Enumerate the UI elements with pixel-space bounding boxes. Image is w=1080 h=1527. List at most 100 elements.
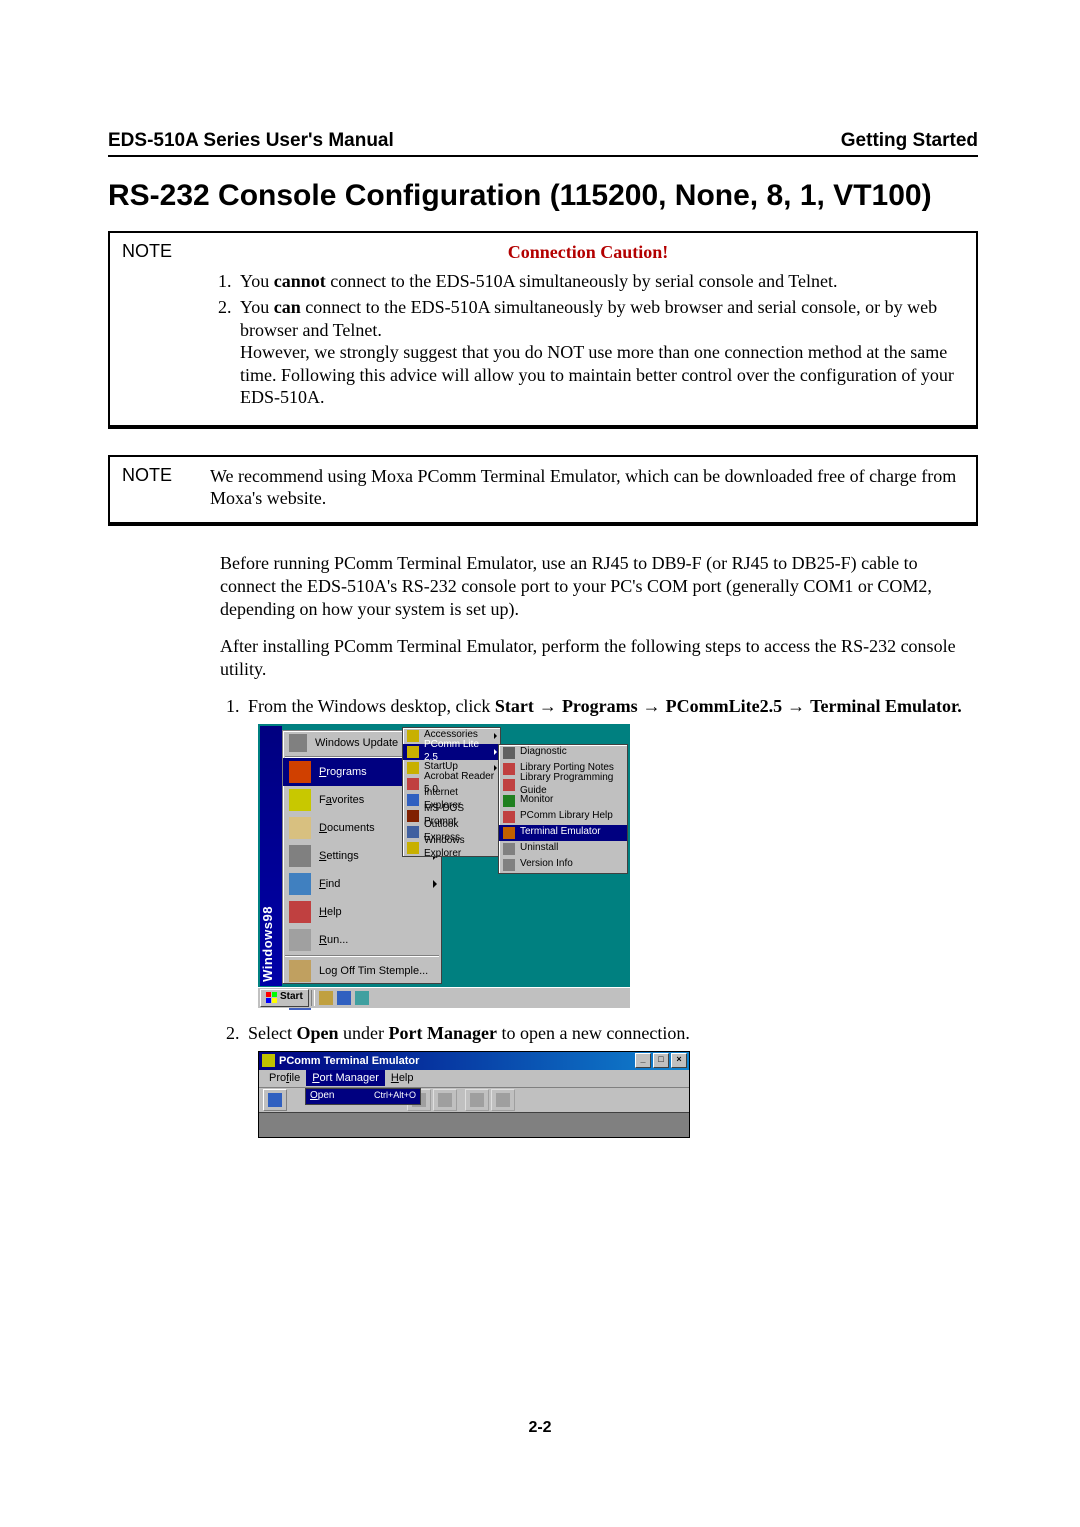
app-icon	[503, 779, 515, 791]
app-icon	[262, 1054, 275, 1067]
page-title: RS-232 Console Configuration (115200, No…	[108, 179, 978, 213]
app-icon	[407, 794, 419, 806]
documents-icon	[289, 817, 311, 839]
arrow: →	[782, 696, 810, 716]
text: From the Windows desktop, click	[248, 696, 495, 716]
label: Terminal Emulator	[520, 826, 601, 839]
tool-disabled-2	[433, 1089, 457, 1111]
dropdown-open[interactable]: Open Ctrl+Alt+O	[306, 1089, 420, 1104]
app-icon	[503, 763, 515, 775]
label: Run...	[319, 933, 437, 947]
tool-icon	[496, 1093, 510, 1107]
client-area	[259, 1112, 689, 1137]
text: You	[240, 271, 274, 291]
text-bold: can	[274, 297, 301, 317]
sub2-prog-guide[interactable]: Library Programming Guide	[499, 777, 627, 793]
app-icon	[407, 778, 419, 790]
close-button[interactable]: ×	[671, 1053, 687, 1068]
text-bold: Port Manager	[388, 1023, 496, 1043]
note-label: NOTE	[120, 241, 210, 413]
folder-icon	[407, 762, 419, 774]
folder-icon	[407, 730, 419, 742]
maximize-button[interactable]: □	[653, 1053, 669, 1068]
label: Windows Explorer	[424, 835, 497, 861]
favorites-icon	[289, 789, 311, 811]
note-label: NOTE	[120, 465, 210, 510]
start-item-find[interactable]: Find	[283, 870, 441, 898]
quicklaunch-icon[interactable]	[337, 991, 351, 1005]
start-item-logoff[interactable]: Log Off Tim Stemple...	[283, 957, 441, 985]
settings-icon	[289, 845, 311, 867]
run-icon	[289, 929, 311, 951]
tool-disabled-3	[465, 1089, 489, 1111]
startmenu-sidebar: Windows98	[260, 726, 282, 986]
startmenu-screenshot: Windows98 Windows Update Programs Favori…	[258, 724, 630, 1008]
folder-icon	[407, 746, 419, 758]
sub2-terminal-emulator[interactable]: Terminal Emulator	[499, 825, 627, 841]
text: to open a new connection.	[497, 1023, 690, 1043]
open-icon	[268, 1093, 282, 1107]
text-bold: Programs	[562, 696, 638, 716]
titlebar[interactable]: PComm Terminal Emulator _ □ ×	[259, 1052, 689, 1070]
label: Help	[319, 905, 437, 919]
programs-icon	[289, 761, 311, 783]
sub2-uninstall[interactable]: Uninstall	[499, 841, 627, 857]
header-right: Getting Started	[841, 130, 978, 152]
app-icon	[407, 810, 419, 822]
tool-disabled-4	[491, 1089, 515, 1111]
start-item-run[interactable]: Run...	[283, 926, 441, 954]
text: However, we strongly suggest that you do…	[240, 342, 954, 407]
text: Select	[248, 1023, 296, 1043]
note1-item2: You can connect to the EDS-510A simultan…	[236, 296, 966, 409]
sub2-diagnostic[interactable]: Diagnostic	[499, 745, 627, 761]
menu-port-manager[interactable]: Port Manager	[306, 1070, 385, 1086]
separator	[311, 990, 315, 1006]
chevron-right-icon	[494, 749, 497, 755]
start-item-help[interactable]: Help	[283, 898, 441, 926]
rule	[108, 425, 978, 429]
app-icon	[503, 795, 515, 807]
caution-title: Connection Caution!	[210, 241, 966, 264]
label: Diagnostic	[520, 746, 567, 759]
chevron-right-icon	[433, 880, 437, 888]
app-icon	[503, 827, 515, 839]
paragraph: After installing PComm Terminal Emulator…	[220, 635, 978, 681]
app-icon	[503, 811, 515, 823]
label: Open	[310, 1090, 334, 1103]
note-box-2: NOTE We recommend using Moxa PComm Termi…	[108, 455, 978, 522]
menu-profile[interactable]: Profile	[263, 1070, 306, 1086]
step-1: From the Windows desktop, click Start → …	[244, 695, 978, 1008]
arrow: →	[638, 696, 666, 716]
text-bold: Start	[495, 696, 534, 716]
start-button[interactable]: Start	[260, 989, 309, 1007]
sub-pcomm-lite[interactable]: PComm Lite 2.5	[403, 744, 500, 760]
label: Uninstall	[520, 842, 558, 855]
minimize-button[interactable]: _	[635, 1053, 651, 1068]
app-icon	[407, 826, 419, 838]
arrow: →	[534, 696, 562, 716]
paragraph: Before running PComm Terminal Emulator, …	[220, 552, 978, 621]
app-icon	[503, 843, 515, 855]
note-content: We recommend using Moxa PComm Terminal E…	[210, 465, 966, 510]
header-left: EDS-510A Series User's Manual	[108, 130, 394, 152]
programs-submenu: Accessories PComm Lite 2.5 StartUp Acrob…	[402, 727, 501, 857]
sub2-library-help[interactable]: PComm Library Help	[499, 809, 627, 825]
note1-item1: You cannot connect to the EDS-510A simul…	[236, 270, 966, 293]
find-icon	[289, 873, 311, 895]
app-icon	[503, 859, 515, 871]
text-bold: Open	[296, 1023, 338, 1043]
label: Monitor	[520, 794, 553, 807]
tool-open[interactable]	[263, 1089, 287, 1111]
app-icon	[407, 842, 419, 854]
sub-explorer[interactable]: Windows Explorer	[403, 840, 500, 856]
note-content: Connection Caution! You cannot connect t…	[210, 241, 966, 413]
quicklaunch-icon[interactable]	[355, 991, 369, 1005]
quicklaunch-icon[interactable]	[319, 991, 333, 1005]
label: Version Info	[520, 858, 573, 871]
text: connect to the EDS-510A simultaneously b…	[240, 297, 937, 340]
sub2-version-info[interactable]: Version Info	[499, 857, 627, 873]
menu-help[interactable]: Help	[385, 1070, 420, 1086]
text: You	[240, 297, 274, 317]
pcomm-submenu: Diagnostic Library Porting Notes Library…	[498, 744, 628, 874]
separator	[285, 955, 439, 956]
